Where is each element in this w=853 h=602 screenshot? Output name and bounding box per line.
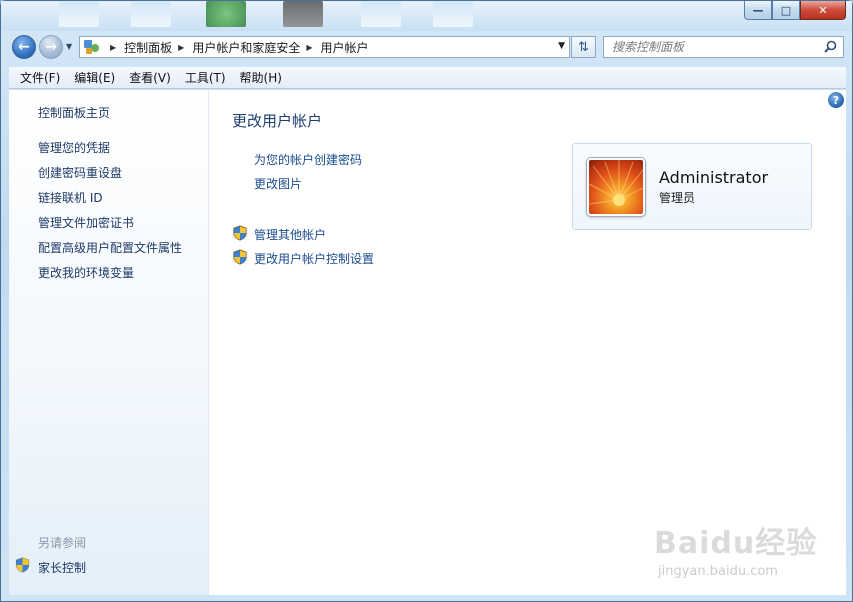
- menu-tools[interactable]: 工具(T): [178, 69, 233, 86]
- breadcrumb-separator-icon[interactable]: ▶: [110, 43, 116, 52]
- desktop-background-icon: [59, 1, 99, 27]
- change-picture-link[interactable]: 更改图片: [254, 175, 302, 192]
- menu-view[interactable]: 查看(V): [122, 69, 178, 86]
- breadcrumb-user-accounts[interactable]: 用户帐户: [321, 39, 369, 56]
- account-card: Administrator 管理员: [572, 143, 812, 230]
- breadcrumb-user-accounts-family[interactable]: 用户帐户和家庭安全: [192, 39, 300, 56]
- minimize-button[interactable]: —: [744, 1, 772, 20]
- address-bar[interactable]: ▶ 控制面板 ▶ 用户帐户和家庭安全 ▶ 用户帐户 ▼: [79, 36, 570, 58]
- control-panel-window: — □ ✕ ← → ▼ ▶ 控制面板 ▶ 用户帐户和家庭安全 ▶ 用户帐户 ▼ …: [0, 0, 853, 602]
- account-role: 管理员: [659, 191, 696, 205]
- help-icon[interactable]: ?: [828, 92, 844, 108]
- title-bar[interactable]: — □ ✕: [1, 1, 852, 31]
- sidebar-item-encryption-certificates[interactable]: 管理文件加密证书: [38, 214, 134, 231]
- sidebar-item-password-reset-disk[interactable]: 创建密码重设盘: [38, 164, 122, 181]
- arrow-right-icon: →: [45, 39, 57, 55]
- menu-bar: 文件(F) 编辑(E) 查看(V) 工具(T) 帮助(H): [9, 67, 846, 89]
- breadcrumb-separator-icon[interactable]: ▶: [178, 43, 184, 52]
- arrow-left-icon: ←: [18, 39, 30, 55]
- desktop-background-icon: [283, 1, 323, 27]
- see-also-heading: 另请参阅: [38, 536, 87, 550]
- manage-other-accounts-link[interactable]: 管理其他帐户: [254, 226, 326, 243]
- desktop-background-icon: [131, 1, 171, 27]
- desktop-background-icon: [361, 1, 401, 27]
- sidebar-item-environment-variables[interactable]: 更改我的环境变量: [38, 264, 134, 281]
- search-input[interactable]: [604, 37, 814, 57]
- baidu-watermark: Baidu经验 jingyan.baidu.com: [654, 508, 853, 588]
- refresh-button[interactable]: ⇅: [571, 36, 596, 58]
- refresh-icon: ⇅: [578, 39, 589, 55]
- search-box[interactable]: [603, 36, 844, 58]
- close-button[interactable]: ✕: [800, 1, 846, 20]
- breadcrumb-separator-icon[interactable]: ▶: [306, 43, 312, 52]
- sidebar-item-parental-controls[interactable]: 家长控制: [38, 559, 86, 576]
- sidebar-item-manage-credentials[interactable]: 管理您的凭据: [38, 139, 110, 156]
- uac-shield-icon: [233, 225, 247, 241]
- page-title: 更改用户帐户: [232, 112, 323, 130]
- menu-file[interactable]: 文件(F): [13, 69, 67, 86]
- desktop-background-icon: [433, 1, 473, 27]
- maximize-button[interactable]: □: [772, 1, 800, 20]
- back-button[interactable]: ←: [12, 35, 36, 59]
- desktop-background-icon: [206, 1, 246, 27]
- sidebar-item-advanced-profile-properties[interactable]: 配置高级用户配置文件属性: [38, 239, 182, 256]
- sidebar-control-panel-home[interactable]: 控制面板主页: [38, 104, 110, 121]
- control-panel-icon: [84, 40, 100, 54]
- menu-help[interactable]: 帮助(H): [233, 69, 289, 86]
- forward-button[interactable]: →: [39, 35, 63, 59]
- recent-pages-dropdown[interactable]: ▼: [66, 42, 72, 51]
- caption-buttons: — □ ✕: [744, 1, 846, 21]
- watermark-brand: Baidu经验: [654, 526, 818, 561]
- avatar[interactable]: [587, 158, 645, 216]
- uac-shield-icon: [15, 557, 30, 573]
- create-password-link[interactable]: 为您的帐户创建密码: [254, 151, 362, 168]
- sidebar-item-link-online-id[interactable]: 链接联机 ID: [38, 189, 103, 206]
- account-name: Administrator: [659, 168, 769, 187]
- breadcrumb-control-panel[interactable]: 控制面板: [124, 39, 172, 56]
- navigation-row: ← → ▼ ▶ 控制面板 ▶ 用户帐户和家庭安全 ▶ 用户帐户 ▼ ⇅: [1, 31, 852, 63]
- address-dropdown-icon[interactable]: ▼: [558, 41, 565, 51]
- sidebar: 控制面板主页 管理您的凭据 创建密码重设盘 链接联机 ID 管理文件加密证书 配…: [9, 90, 209, 595]
- menu-edit[interactable]: 编辑(E): [67, 69, 122, 86]
- search-icon[interactable]: [824, 40, 837, 53]
- watermark-url: jingyan.baidu.com: [658, 564, 778, 579]
- uac-settings-link[interactable]: 更改用户帐户控制设置: [254, 250, 374, 267]
- flower-picture-icon: [589, 160, 643, 206]
- uac-shield-icon: [233, 249, 247, 265]
